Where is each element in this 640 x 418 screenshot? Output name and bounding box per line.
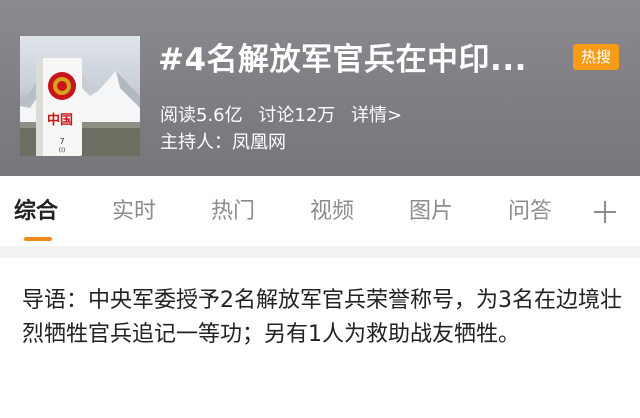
tab-bar: 综合 实时 热门 视频 图片 问答 [0,176,640,246]
tab-comprehensive[interactable]: 综合 [14,198,58,226]
tab-video[interactable]: 视频 [310,198,354,226]
marker-country-text: 中国 [47,112,73,128]
marker-number-text: 7 [59,137,64,146]
tab-scroll-fade [540,176,580,246]
topic-stats: 阅读5.6亿 讨论12万 详情> [160,104,412,128]
hot-badge: 热搜 [573,44,619,70]
section-divider [0,246,640,258]
topic-header: 中国 7 (I) #4名解放军官兵在中印... 热搜 阅读5.6亿 讨论12万 … [0,0,640,176]
topic-host: 主持人：凤凰网 [160,131,286,155]
tab-images[interactable]: 图片 [409,198,453,226]
topic-title: #4名解放军官兵在中印... [158,42,527,78]
discussion-count: 讨论12万 [258,105,336,126]
details-link[interactable]: 详情> [351,105,402,126]
host-name[interactable]: 凤凰网 [232,132,286,153]
topic-intro: 导语：中央军委授予2名解放军官兵荣誉称号，为3名在边境壮烈牺牲官兵追记一等功；另… [22,288,622,347]
marker-sub-text: (I) [59,147,65,154]
tab-realtime[interactable]: 实时 [112,198,156,226]
tab-popular[interactable]: 热门 [211,198,255,226]
topic-cover-image[interactable]: 中国 7 (I) [20,36,140,156]
border-marker-photo: 中国 7 (I) [20,58,140,156]
plus-icon[interactable] [585,192,625,232]
host-label: 主持人： [160,132,232,153]
active-tab-indicator [24,237,52,241]
read-count: 阅读5.6亿 [160,105,243,126]
